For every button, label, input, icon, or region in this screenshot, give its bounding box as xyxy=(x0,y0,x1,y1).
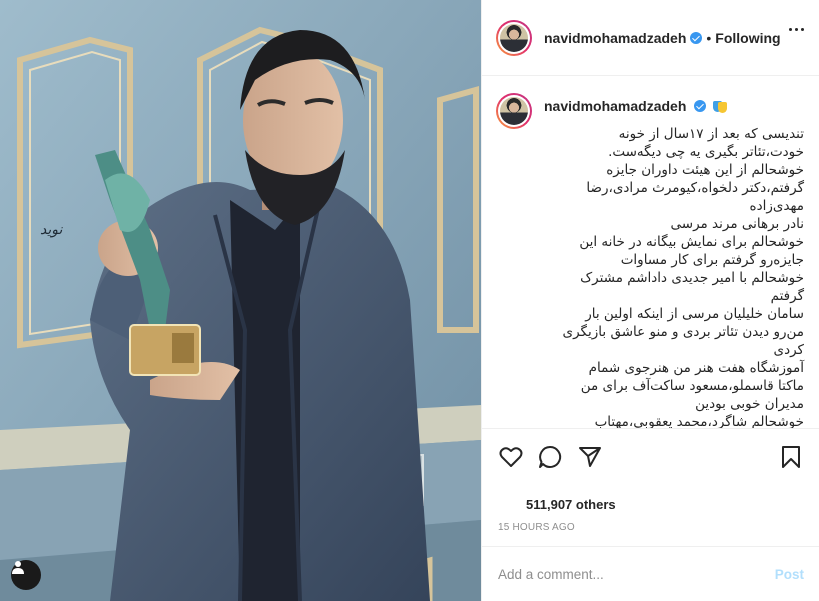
caption-line: من‌رو دیدن تئاتر بردی و منو عاشق بازیگری xyxy=(562,324,804,340)
caption-avatar[interactable] xyxy=(496,93,532,129)
caption-line: تندیسی که بعد از ۱۷سال از خونه xyxy=(618,126,804,142)
post-comment-button[interactable]: Post xyxy=(775,567,804,582)
caption-line: خوشحالم برای نمایش بیگانه در خانه این xyxy=(579,234,804,250)
caption-line: کردی xyxy=(773,342,804,358)
comment-bar: Post xyxy=(482,546,819,601)
caption-line: خودت،تئاتر بگیری یه چی دیگه‌ست. xyxy=(608,144,804,160)
post-timestamp[interactable]: 15 HOURS AGO xyxy=(498,522,575,533)
caption-area: navidmohamadzadeh تندیسی که بعد از ۱۷سال… xyxy=(482,77,819,429)
caption-line: خوشحالم با امیر جدیدی داداشم مشترک xyxy=(580,270,804,286)
caption-line: مدیران خوبی بودین xyxy=(695,396,804,412)
caption-verified-badge-icon xyxy=(694,100,707,112)
comment-icon[interactable] xyxy=(537,444,563,470)
caption-line: سامان خلیلیان مرسی از اینکه اولین بار xyxy=(585,306,804,322)
action-bar xyxy=(482,440,819,474)
header-separator: • xyxy=(706,29,712,46)
post-side-panel: navidmohamadzadeh • Following navidmoham… xyxy=(481,0,819,601)
paper-plane-icon[interactable] xyxy=(577,444,603,470)
caption-username[interactable]: navidmohamadzadeh xyxy=(544,98,686,114)
caption-line: نادر برهانی مرند مرسی xyxy=(670,216,805,232)
post-photo[interactable]: نوید xyxy=(0,0,481,601)
more-options-icon[interactable] xyxy=(789,28,804,31)
user-tag-icon xyxy=(12,561,24,574)
caption-line: آموزشگاه هفت هنر من هنرجوی شمام xyxy=(588,360,804,376)
caption-line: جایزه‌رو گرفتم برای کار مساوات xyxy=(620,252,804,268)
user-tag-button[interactable] xyxy=(11,560,41,590)
caption-line: گرفتم،دکتر دلخواه،کیومرث مرادی،رضا xyxy=(586,180,804,196)
post-header: navidmohamadzadeh • Following xyxy=(482,0,819,76)
caption-header: navidmohamadzadeh xyxy=(496,93,804,129)
caption-line: ماکتا قاسملو،مسعود ساکت‌آف برای من xyxy=(580,378,804,394)
heart-icon[interactable] xyxy=(498,444,524,470)
verified-badge-icon xyxy=(690,31,703,44)
likes-count[interactable]: 511,907 others xyxy=(526,497,616,512)
author-username[interactable]: navidmohamadzadeh xyxy=(544,30,686,46)
comment-input[interactable] xyxy=(498,566,775,582)
caption-line: خوشحالم از این هیئت داوران جایزه xyxy=(606,162,804,178)
caption-line: گرفتم xyxy=(770,288,804,304)
following-button[interactable]: Following xyxy=(715,30,780,46)
caption-text: تندیسی که بعد از ۱۷سال از خونه خودت،تئاتر… xyxy=(544,125,805,429)
masks-emoji-icon xyxy=(713,100,728,113)
caption-line: خوشحالم شاگرد،محمد یعقوبی،مهتاب xyxy=(594,414,804,429)
bookmark-icon[interactable] xyxy=(778,444,804,470)
photo-illustration: نوید xyxy=(0,0,481,601)
watermark-signature: نوید xyxy=(40,222,63,238)
caption-line: مهدی‌زاده xyxy=(749,198,804,214)
avatar[interactable] xyxy=(496,19,532,56)
